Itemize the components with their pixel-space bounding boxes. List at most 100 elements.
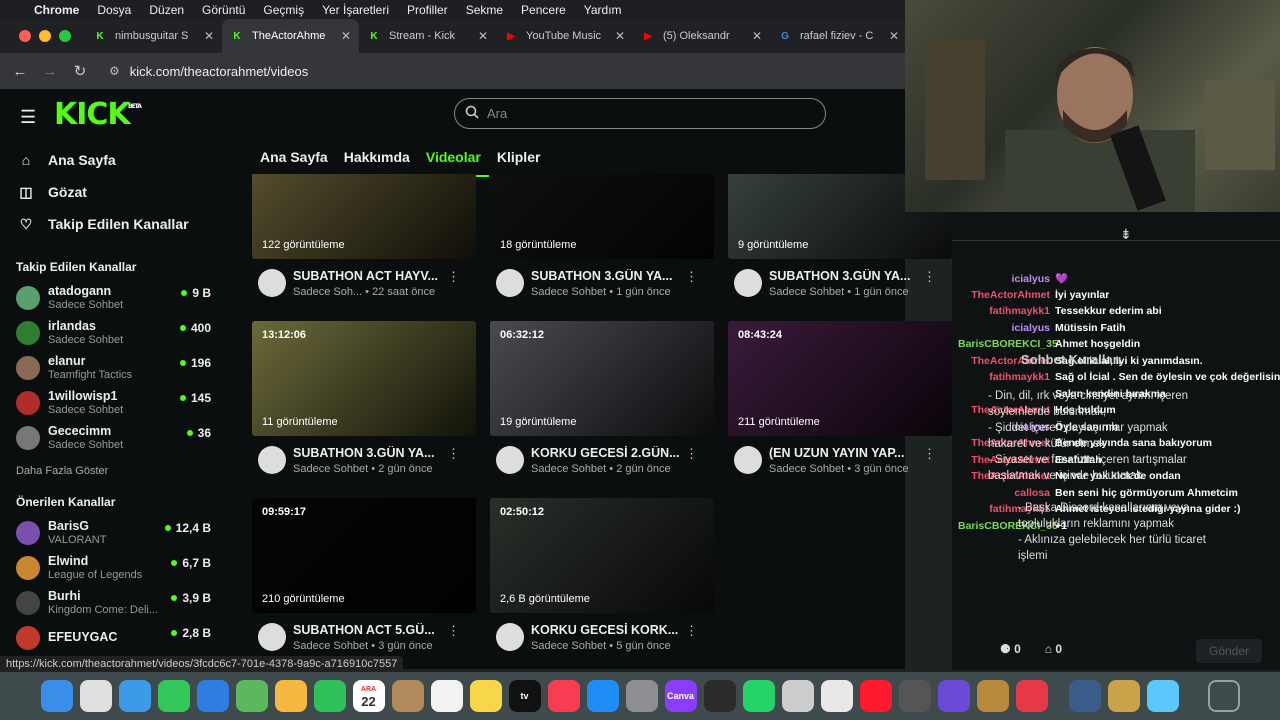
quicktime-icon[interactable] — [1068, 680, 1101, 712]
chat-username[interactable]: fatihmaykk1 — [958, 305, 1050, 317]
back-arrow-icon[interactable]: ← — [5, 63, 35, 80]
video-title[interactable]: (EN UZUN YAYIN YAP... — [769, 446, 924, 460]
canva-icon[interactable]: Canva — [664, 680, 697, 712]
minimize-window-button[interactable] — [39, 30, 51, 42]
video-thumbnail[interactable]: 06:32:12 19 görüntüleme — [490, 321, 714, 436]
menu-item-file[interactable]: Dosya — [97, 3, 131, 17]
chat-username[interactable]: BarisCBOREKCI_35 — [958, 338, 1058, 350]
more-options-icon[interactable]: ⋮ — [923, 446, 936, 462]
video-card[interactable]: 13:12:06 11 görüntüleme SUBATHON 3.GÜN Y… — [252, 321, 476, 490]
maps-icon[interactable] — [235, 680, 268, 712]
channel-item[interactable]: irlandas Sadece Sohbet 400 — [0, 315, 236, 350]
channel-avatar[interactable] — [258, 623, 286, 651]
browser-tab[interactable]: K TheActorAhme ✕ — [222, 19, 359, 53]
tab-about[interactable]: Hakkımda — [336, 141, 418, 177]
chat-username[interactable]: TheActorAhmet — [958, 289, 1050, 301]
video-card[interactable]: 06:32:12 19 görüntüleme KORKU GECESİ 2.G… — [490, 321, 714, 490]
chat-username[interactable]: fatihmaykk1 — [958, 371, 1050, 383]
lol-icon[interactable] — [976, 680, 1009, 712]
finder-icon[interactable] — [40, 680, 73, 712]
whatsapp-icon[interactable] — [742, 680, 775, 712]
obs-icon[interactable] — [703, 680, 736, 712]
channel-avatar[interactable] — [734, 446, 762, 474]
more-options-icon[interactable]: ⋮ — [685, 446, 698, 462]
tab-home[interactable]: Ana Sayfa — [252, 141, 336, 177]
chat-username[interactable]: icialyus — [958, 273, 1050, 285]
channel-avatar[interactable] — [258, 446, 286, 474]
zoom-window-button[interactable] — [59, 30, 71, 42]
safari-icon[interactable] — [118, 680, 151, 712]
riot-icon[interactable] — [1015, 680, 1048, 712]
video-card[interactable]: 02:50:12 2,6 B görüntüleme KORKU GECESİ … — [490, 498, 714, 667]
more-options-icon[interactable]: ⋮ — [447, 446, 460, 462]
tab-videos[interactable]: Videolar — [417, 141, 489, 177]
search-input[interactable]: Ara — [454, 98, 826, 129]
channel-avatar[interactable] — [734, 269, 762, 297]
launchpad-icon[interactable] — [79, 680, 112, 712]
video-thumbnail[interactable]: 18 görüntüleme — [490, 174, 714, 259]
more-options-icon[interactable]: ⋮ — [923, 269, 936, 285]
channel-item[interactable]: 1willowisp1 Sadece Sohbet 145 — [0, 385, 236, 420]
browser-tab[interactable]: K Stream - Kick ✕ — [359, 19, 496, 53]
contacts-icon[interactable] — [391, 680, 424, 712]
calendar-icon[interactable]: ARA 22 — [352, 680, 385, 712]
menu-app-name[interactable]: Chrome — [34, 3, 79, 17]
calculator-icon[interactable] — [898, 680, 931, 712]
video-thumbnail[interactable]: 02:50:12 2,6 B görüntüleme — [490, 498, 714, 613]
close-tab-icon[interactable]: ✕ — [889, 29, 899, 43]
send-button[interactable]: Gönder — [1196, 639, 1262, 663]
facetime-icon[interactable] — [313, 680, 346, 712]
menu-item-edit[interactable]: Düzen — [149, 3, 184, 17]
channel-item[interactable]: Elwind League of Legends 6,7 B — [0, 550, 236, 585]
league-icon[interactable] — [1107, 680, 1140, 712]
notes-icon[interactable] — [469, 680, 502, 712]
music-icon[interactable] — [547, 680, 580, 712]
menu-item-profiles[interactable]: Profiller — [407, 3, 448, 17]
video-title[interactable]: SUBATHON 3.GÜN YA... — [769, 269, 924, 283]
channel-item[interactable]: EFEUYGAC 2,8 B — [0, 620, 236, 655]
opera-icon[interactable] — [859, 680, 892, 712]
close-tab-icon[interactable]: ✕ — [615, 29, 625, 43]
more-options-icon[interactable]: ⋮ — [685, 623, 698, 639]
points-counter[interactable]: ⚈ 0 — [1000, 642, 1021, 656]
menu-item-window[interactable]: Pencere — [521, 3, 566, 17]
video-title[interactable]: SUBATHON ACT HAYV... — [293, 269, 448, 283]
site-info-icon[interactable]: ⚙ — [109, 64, 120, 78]
video-thumbnail[interactable]: 08:43:24 211 görüntüleme — [728, 321, 952, 436]
close-tab-icon[interactable]: ✕ — [752, 29, 762, 43]
video-title[interactable]: SUBATHON ACT 5.GÜ... — [293, 623, 448, 637]
video-thumbnail[interactable]: 09:59:17 210 görüntüleme — [252, 498, 476, 613]
reminders-icon[interactable] — [430, 680, 463, 712]
store-counter[interactable]: ⌂ 0 — [1045, 642, 1062, 656]
imovie-icon[interactable] — [937, 680, 970, 712]
channel-item[interactable]: Burhi Kingdom Come: Deli... 3,9 B — [0, 585, 236, 620]
more-options-icon[interactable]: ⋮ — [685, 269, 698, 285]
video-title[interactable]: SUBATHON 3.GÜN YA... — [293, 446, 448, 460]
browser-tab[interactable]: Knimbusguitar S ✕ — [85, 19, 222, 53]
settings-icon[interactable] — [625, 680, 658, 712]
sidebar-item-home[interactable]: ⌂ Ana Sayfa — [0, 144, 236, 176]
channel-avatar[interactable] — [496, 446, 524, 474]
more-options-icon[interactable]: ⋮ — [447, 269, 460, 285]
menu-icon[interactable]: ☰ — [20, 107, 36, 128]
video-card[interactable]: 08:43:24 211 görüntüleme (EN UZUN YAYIN … — [728, 321, 952, 490]
browser-tab[interactable]: ▶ YouTube Music ✕ — [496, 19, 633, 53]
trash-icon[interactable] — [1207, 680, 1240, 712]
channel-item[interactable]: elanur Teamfight Tactics 196 — [0, 350, 236, 385]
browser-tab[interactable]: Grafael fiziev - C ✕ — [770, 19, 907, 53]
channel-item[interactable]: BarisG VALORANT 12,4 B — [0, 515, 236, 550]
chrome-icon[interactable] — [820, 680, 853, 712]
sidebar-item-browse[interactable]: ◫ Gözat — [0, 176, 236, 208]
appstore-icon[interactable] — [586, 680, 619, 712]
video-card[interactable]: 09:59:17 210 görüntüleme SUBATHON ACT 5.… — [252, 498, 476, 667]
channel-avatar[interactable] — [258, 269, 286, 297]
reload-icon[interactable]: ↻ — [65, 62, 95, 80]
tab-clips[interactable]: Klipler — [489, 141, 549, 177]
sidebar-item-following[interactable]: ♡ Takip Edilen Kanallar — [0, 208, 236, 240]
channel-item[interactable]: Gececimm Sadece Sohbet 36 — [0, 420, 236, 455]
menu-item-help[interactable]: Yardım — [584, 3, 622, 17]
kick-logo[interactable]: KICK BETA — [54, 97, 142, 132]
close-tab-icon[interactable]: ✕ — [341, 29, 351, 43]
video-thumbnail[interactable]: 122 görüntüleme — [252, 174, 476, 259]
more-options-icon[interactable]: ⋮ — [447, 623, 460, 639]
